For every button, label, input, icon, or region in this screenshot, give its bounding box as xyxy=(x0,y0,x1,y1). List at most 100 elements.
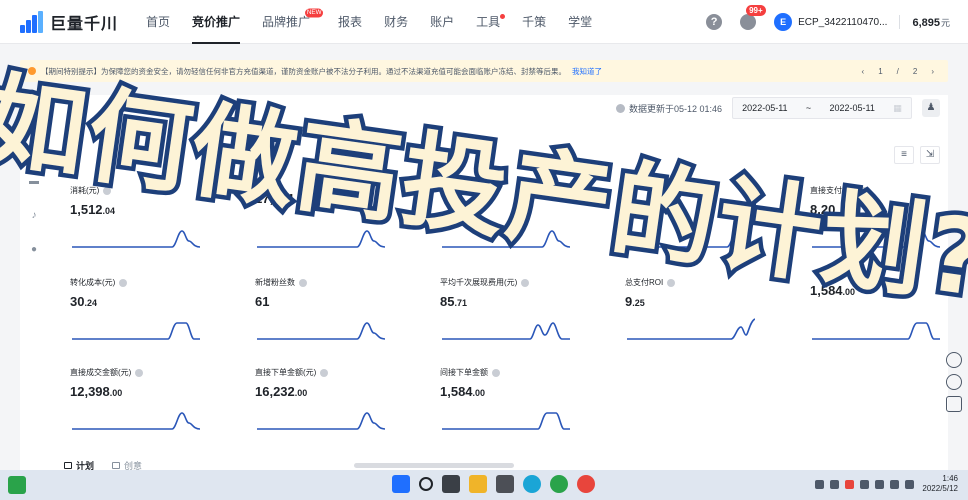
tray-icon[interactable] xyxy=(860,479,870,489)
metric-value-decimal: .71 xyxy=(454,298,467,308)
sparkline-path xyxy=(257,230,385,248)
help-icon[interactable] xyxy=(860,186,869,195)
metric-card[interactable]: 直接下单金额(元) 16,232.00 xyxy=(255,367,405,447)
folder-icon[interactable]: ▬ xyxy=(29,177,39,187)
edge-icon[interactable] xyxy=(523,475,541,493)
metric-label: 总支付ROI xyxy=(625,277,775,288)
new-badge: NEW xyxy=(304,8,324,17)
nav-account[interactable]: 账户 xyxy=(430,0,454,44)
help-icon[interactable] xyxy=(299,278,307,287)
metric-card[interactable]: 17,641 xyxy=(255,185,405,265)
nav-brand-promotion[interactable]: 品牌推广 NEW xyxy=(262,0,324,44)
metric-label-text: 平均千次展现费用(元) xyxy=(440,278,518,287)
metric-card[interactable]: 总支付ROI 9.25 xyxy=(625,277,775,357)
metric-label: 消耗(元) xyxy=(70,185,220,196)
metric-card[interactable] xyxy=(625,185,775,265)
metric-label: 直接下单金额(元) xyxy=(255,367,405,378)
horizontal-scrollbar[interactable] xyxy=(354,463,514,468)
nav-tools[interactable]: 工具 xyxy=(476,0,506,44)
search-icon[interactable] xyxy=(419,477,433,491)
pager-total: 2 xyxy=(912,66,918,76)
nav-home[interactable]: 首页 xyxy=(146,0,170,44)
view-tools: ≡ ⇲ xyxy=(888,146,940,164)
refresh-icon[interactable] xyxy=(946,374,962,390)
metric-card[interactable]: 平均千次展现费用(元) 85.71 xyxy=(440,277,590,357)
sparkline xyxy=(627,318,755,340)
filter-settings-icon[interactable]: ≡ xyxy=(894,146,914,164)
volume-icon[interactable] xyxy=(890,479,900,489)
help-icon[interactable]: ? xyxy=(706,14,723,30)
chrome-icon[interactable] xyxy=(577,475,595,493)
battery-icon[interactable] xyxy=(905,479,915,489)
tray-icon[interactable] xyxy=(815,479,825,489)
tray-icon[interactable] xyxy=(845,479,855,489)
wifi-icon[interactable] xyxy=(875,479,885,489)
help-icon[interactable] xyxy=(667,278,676,287)
metric-card[interactable]: 直接成交金额(元) 12,398.00 xyxy=(70,367,220,447)
metric-label: 新增粉丝数 xyxy=(255,277,405,288)
nav-qiance[interactable]: 千策 xyxy=(522,0,546,44)
notification-dot xyxy=(500,13,506,19)
metric-card[interactable]: 间接下单金额 1,584.00 xyxy=(440,367,590,447)
wechat-icon[interactable] xyxy=(550,475,568,493)
user-icon[interactable]: ● xyxy=(29,245,39,255)
sparkline-path xyxy=(257,322,385,340)
tray-icon[interactable] xyxy=(830,479,840,489)
bell-icon[interactable]: ♟ xyxy=(922,99,940,117)
help-icon[interactable] xyxy=(492,368,500,377)
metric-value: 17,641 xyxy=(255,191,405,206)
metric-card[interactable]: 新增粉丝数 61 xyxy=(255,277,405,357)
metric-card[interactable]: 直接支付ROI 8.20 xyxy=(810,185,960,265)
store-icon[interactable] xyxy=(496,475,514,493)
notice-dismiss-link[interactable]: 我知道了 xyxy=(572,66,602,77)
chevron-left-icon[interactable]: ‹ xyxy=(862,67,865,76)
collapse-icon[interactable]: ⇲ xyxy=(920,146,940,164)
sparkline-path xyxy=(627,318,755,340)
help-icon[interactable] xyxy=(135,368,144,377)
notice-pager: ‹ 1 / 2 › xyxy=(848,60,934,82)
nav-label: 首页 xyxy=(146,14,171,29)
file-explorer-icon[interactable] xyxy=(469,475,487,493)
nav-label: 竞价推广 xyxy=(192,14,241,29)
nav-right: ? 99+ E ECP_3422110470... 6,895元 xyxy=(706,0,950,44)
metric-value-decimal: .00 xyxy=(109,388,123,398)
metric-card[interactable] xyxy=(440,185,590,265)
nav-reports[interactable]: 报表 xyxy=(338,0,362,44)
feedback-icon[interactable] xyxy=(946,352,962,368)
date-range-picker[interactable]: 2022-05-11 ~ 2022-05-11 ▦ xyxy=(732,97,912,119)
nav-label: 财务 xyxy=(384,14,409,29)
metric-card[interactable]: 转化成本(元) 30.24 xyxy=(70,277,220,357)
help-icon[interactable] xyxy=(119,278,128,287)
left-rail: ▬ ♪ ● xyxy=(20,95,48,470)
pager-current: 1 xyxy=(878,66,883,76)
avatar[interactable]: E xyxy=(774,13,793,31)
nav-academy[interactable]: 学堂 xyxy=(568,0,592,44)
nav-label: 品牌推广 xyxy=(262,14,311,29)
metric-label: 直接支付ROI xyxy=(810,185,960,196)
message-icon[interactable]: 99+ xyxy=(740,5,766,30)
help-icon[interactable] xyxy=(103,186,112,195)
help-icon[interactable] xyxy=(320,368,329,377)
douyin-icon[interactable]: ♪ xyxy=(29,211,39,221)
account-balance: 6,895元 xyxy=(912,16,950,29)
sparkline xyxy=(627,230,755,248)
chevron-right-icon[interactable]: › xyxy=(931,67,934,76)
logo[interactable]: 巨量千川 xyxy=(20,10,130,34)
clock[interactable]: 1:46 2022/5/12 xyxy=(922,474,958,494)
top-nav: 巨量千川 首页 竞价推广 品牌推广 NEW 报表 财务 账户 工具 千策 学堂 ?… xyxy=(0,0,968,44)
widgets-icon[interactable] xyxy=(8,476,26,494)
metric-value-int: 1,584 xyxy=(440,384,473,399)
account-name[interactable]: ECP_3422110470... xyxy=(798,17,887,28)
task-view-icon[interactable] xyxy=(442,475,460,493)
metric-card[interactable]: 1,584.00 xyxy=(810,277,960,357)
metric-value: 1,584.00 xyxy=(440,384,590,399)
help-icon[interactable] xyxy=(521,278,530,287)
nav-bidding-promotion[interactable]: 竞价推广 xyxy=(192,0,241,44)
date-end: 2022-05-11 xyxy=(829,103,875,113)
data-update-time: 数据更新于05-12 01:46 xyxy=(628,103,722,114)
metric-value: 16,232.00 xyxy=(255,384,405,399)
windows-start-icon[interactable] xyxy=(392,475,410,493)
nav-finance[interactable]: 财务 xyxy=(384,0,408,44)
metric-card[interactable]: 消耗(元) 1,512.04 xyxy=(70,185,220,265)
chat-icon[interactable] xyxy=(946,396,962,412)
